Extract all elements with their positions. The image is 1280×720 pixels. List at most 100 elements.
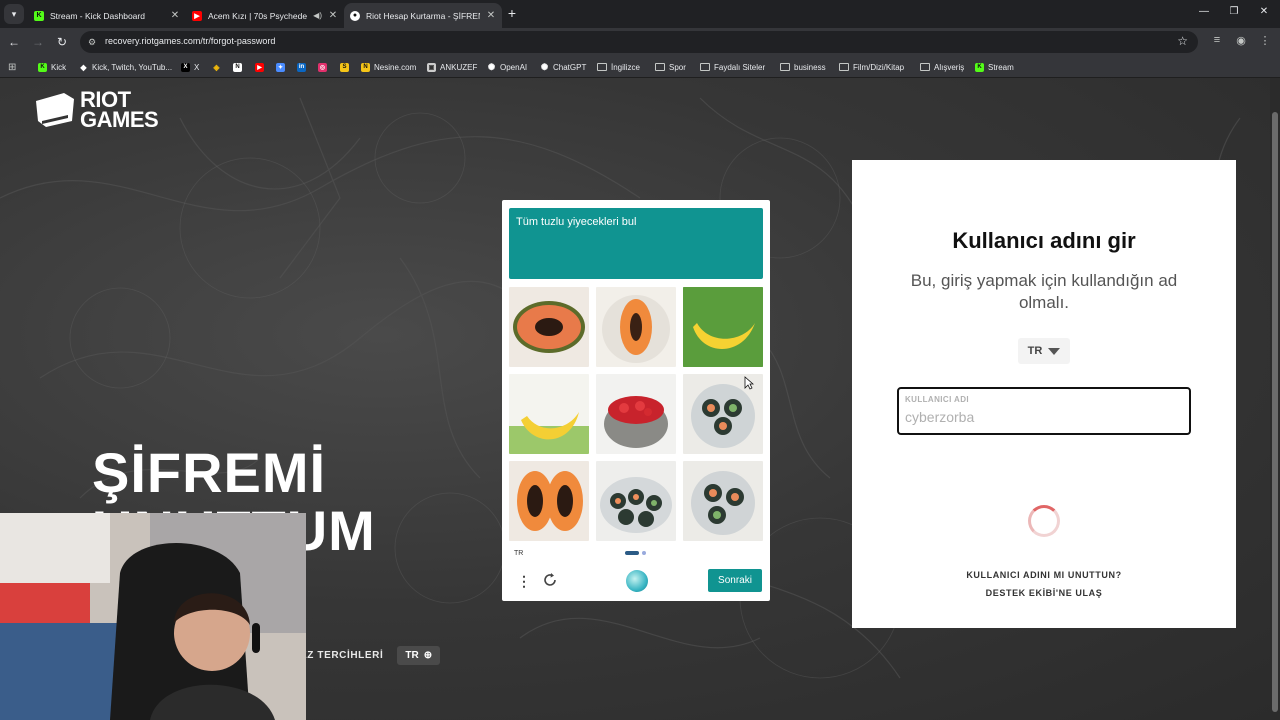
address-bar[interactable]: ⚙ recovery.riotgames.com/tr/forgot-passw… [80, 31, 1198, 53]
kick-icon: K [975, 62, 984, 72]
diamond-icon: ◆ [80, 62, 87, 72]
region-select[interactable]: TR [1018, 338, 1070, 364]
captcha-tile-papaya[interactable] [596, 287, 676, 367]
bookmark-label: Alışveriş [934, 62, 965, 72]
bookmark-folder-faydali[interactable]: Faydalı Siteler [700, 60, 765, 74]
bookmark-kick-twitch[interactable]: ◆ Kick, Twitch, YouTub... [79, 60, 172, 74]
tab-title: Acem Kızı | 70s Psychedelic [208, 10, 308, 21]
binance-icon: ◈ [213, 62, 220, 72]
username-value[interactable]: cyberzorba [905, 409, 974, 425]
username-field[interactable]: KULLANICI ADI cyberzorba [897, 387, 1191, 435]
refresh-icon[interactable] [542, 572, 558, 588]
captcha-tile-strawberry-basket[interactable] [596, 374, 676, 454]
instagram-icon: ◎ [318, 62, 327, 72]
bookmark-app[interactable]: ✦ [276, 60, 285, 74]
folder-icon [839, 63, 849, 71]
linkedin-icon: in [297, 62, 306, 72]
forgot-username-link[interactable]: KULLANICI ADINI MI UNUTTUN? [852, 570, 1236, 580]
captcha-language[interactable]: TR [514, 550, 523, 557]
page-dot-active [625, 551, 639, 555]
card-title: Kullanıcı adını gir [952, 228, 1136, 253]
reading-list-icon[interactable]: ≡ [1209, 34, 1225, 46]
captcha-next-button[interactable]: Sonraki [708, 569, 762, 592]
menu-icon[interactable]: ⋮ [1257, 34, 1273, 47]
bookmark-kick[interactable]: K Kick [38, 60, 66, 74]
captcha-tile-papaya[interactable] [509, 461, 589, 541]
language-button[interactable]: TR ⊕ [397, 646, 441, 665]
openai-icon: ✺ [487, 61, 496, 72]
window-close-icon[interactable]: ✕ [1256, 6, 1272, 17]
bookmark-star-icon[interactable]: ☆ [1177, 34, 1188, 48]
folder-icon [597, 63, 607, 71]
captcha-tile-banana[interactable] [509, 374, 589, 454]
more-options-icon[interactable]: ⋮ [517, 573, 531, 590]
tab-search-icon[interactable]: ▾ [4, 4, 24, 24]
site-info-icon[interactable]: ⚙ [88, 36, 100, 48]
page-scrollbar[interactable] [1270, 78, 1280, 720]
bookmark-x[interactable]: XX [181, 60, 199, 74]
logo-text-games: GAMES [80, 107, 159, 132]
captcha-tile-papaya[interactable] [509, 287, 589, 367]
bookmark-instagram[interactable]: ◎ [318, 60, 327, 74]
bookmark-youtube[interactable]: ▶ [255, 60, 264, 74]
close-icon[interactable]: ✕ [328, 10, 338, 21]
forward-icon[interactable]: → [30, 34, 46, 50]
bookmarks-bar: ⊞ K Kick ◆ Kick, Twitch, YouTub... XX ◈ N … [0, 56, 1280, 78]
bookmark-label: Kick, Twitch, YouTub... [92, 62, 173, 72]
bookmark-folder-ingilizce[interactable]: İngilizce [597, 60, 640, 74]
kick-icon: K [38, 62, 47, 72]
bookmark-nesine[interactable]: N Nesine.com [361, 60, 416, 74]
bookmark-stream[interactable]: K Stream [975, 60, 1014, 74]
bookmark-ankuzef[interactable]: ▣ ANKUZEF [427, 60, 477, 74]
bookmark-notion[interactable]: N [233, 60, 242, 74]
riot-games-logo[interactable]: RIOT GAMES [34, 89, 159, 132]
back-icon[interactable]: ← [6, 34, 22, 50]
bookmark-folder-spor[interactable]: Spor [655, 60, 686, 74]
bookmark-label: Film/Dizi/Kitap [853, 62, 905, 72]
bookmark-folder-film[interactable]: Film/Dizi/Kitap [839, 60, 904, 74]
bookmark-label: İngilizce [611, 62, 640, 72]
close-icon[interactable]: ✕ [170, 10, 180, 21]
speaker-icon[interactable]: ◀) [313, 11, 322, 20]
bookmark-binance[interactable]: ◈ [212, 60, 221, 74]
apps-icon[interactable]: ⊞ [8, 60, 16, 74]
bookmark-label: X [194, 62, 200, 72]
hcaptcha-logo-icon[interactable] [626, 570, 648, 592]
riot-fist-icon [36, 93, 74, 127]
mouse-cursor-icon [744, 376, 754, 390]
url-text[interactable]: recovery.riotgames.com/tr/forgot-passwor… [105, 36, 275, 46]
tab-youtube[interactable]: ▶ Acem Kızı | 70s Psychedelic ◀) ✕ [186, 3, 344, 28]
minimize-icon[interactable]: — [1196, 6, 1212, 17]
restore-icon[interactable]: ❐ [1226, 6, 1242, 17]
bookmark-s[interactable]: S [340, 60, 349, 74]
captcha-header: Tüm tuzlu yiyecekleri bul [509, 208, 763, 279]
folder-icon [700, 63, 710, 71]
cookie-preferences-link[interactable]: EZ TERCİHLERİ [300, 650, 383, 661]
bookmark-openai[interactable]: ✺ OpenAI [487, 60, 527, 74]
bookmark-folder-business[interactable]: business [780, 60, 826, 74]
kick-icon: K [34, 10, 44, 21]
extensions-icon[interactable]: ◉ [1233, 34, 1249, 47]
captcha-tile-sushi[interactable] [683, 461, 763, 541]
webcam-overlay [0, 513, 306, 720]
bookmark-label: Nesine.com [374, 62, 417, 72]
chevron-down-icon [1048, 347, 1061, 355]
tab-riot-recovery[interactable]: ● Riot Hesap Kurtarma - ŞİFRENİ ✕ [344, 3, 502, 28]
bookmark-label: Kick [51, 62, 67, 72]
bookmark-folder-alisveris[interactable]: Alışveriş [920, 60, 964, 74]
tab-kick-dashboard[interactable]: K Stream - Kick Dashboard ✕ [28, 3, 186, 28]
bookmark-label: ChatGPT [553, 62, 587, 72]
new-tab-icon[interactable]: + [505, 5, 519, 21]
username-card: Kullanıcı adını gir Bu, giriş yapmak içi… [852, 160, 1236, 628]
bookmark-linkedin[interactable]: in [297, 60, 306, 74]
captcha-prompt: Tüm tuzlu yiyecekleri bul [516, 216, 637, 228]
globe-icon: ⊕ [423, 650, 433, 661]
close-icon[interactable]: ✕ [486, 10, 496, 21]
captcha-tile-banana[interactable] [683, 287, 763, 367]
captcha-tile-sushi[interactable] [596, 461, 676, 541]
bookmark-chatgpt[interactable]: ✺ ChatGPT [540, 60, 587, 74]
scrollbar-thumb[interactable] [1272, 112, 1278, 712]
reload-icon[interactable]: ↻ [54, 34, 70, 50]
contact-support-link[interactable]: DESTEK EKİBİ'NE ULAŞ [852, 588, 1236, 598]
card-subtitle: Bu, giriş yapmak için kullandığın ad olm… [910, 271, 1178, 312]
